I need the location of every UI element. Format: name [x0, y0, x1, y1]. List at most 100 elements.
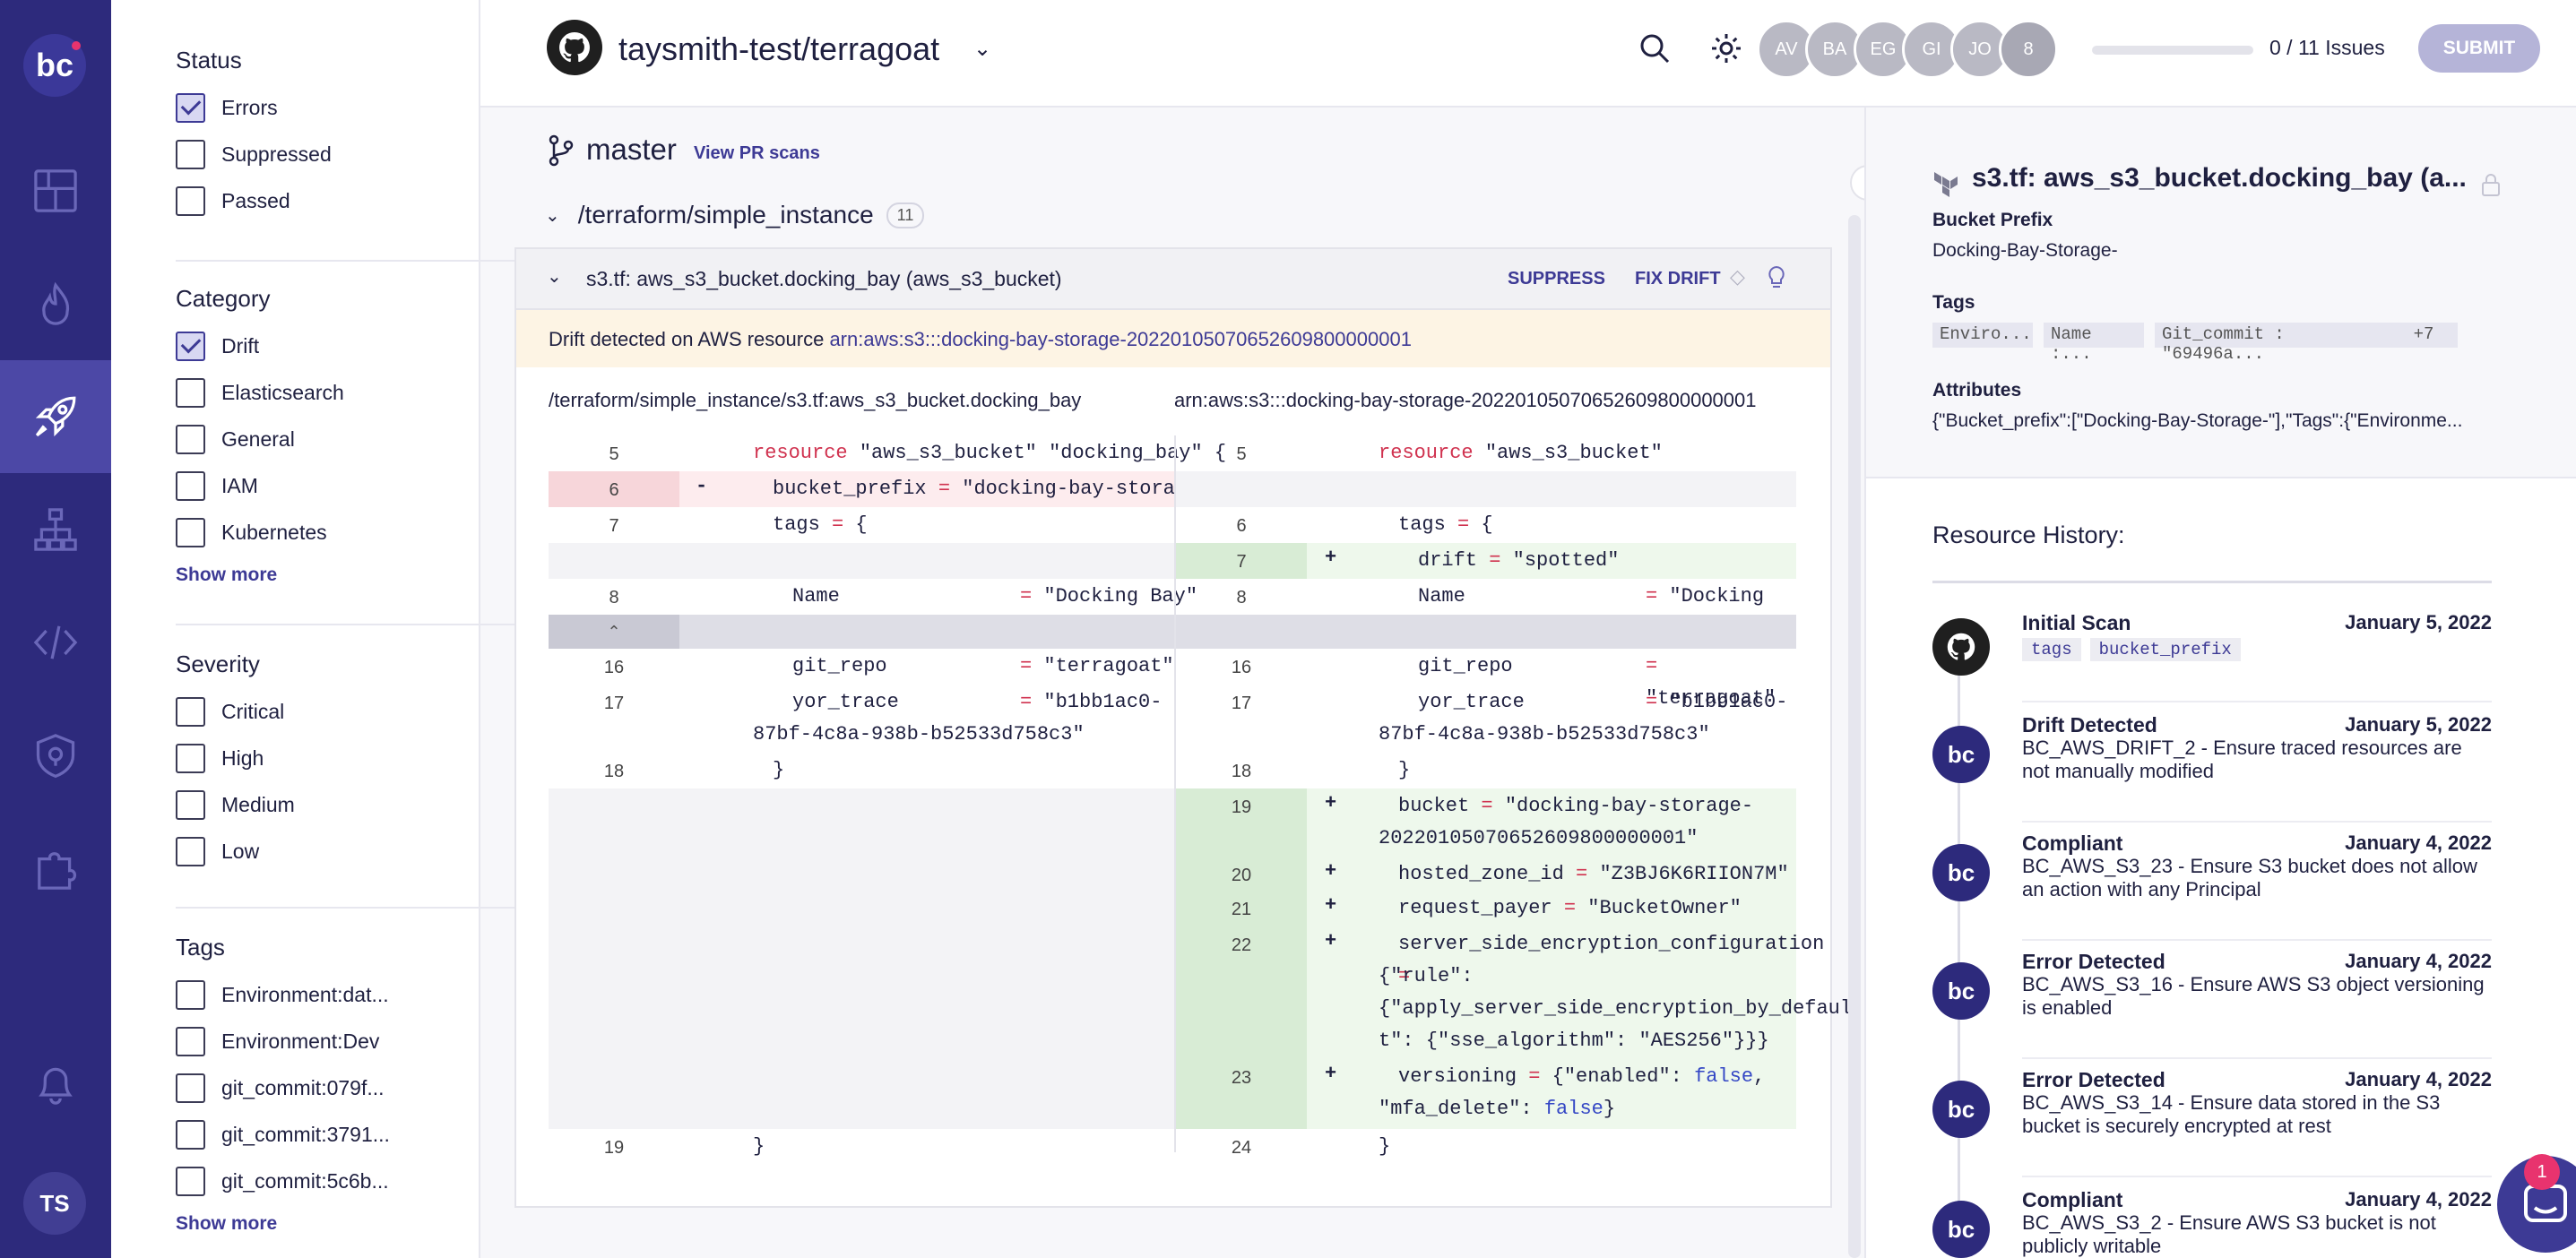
dashboard-nav[interactable]	[0, 134, 111, 247]
filter-label: Medium	[221, 792, 295, 816]
checkbox[interactable]	[176, 139, 205, 169]
view-pr-scans-link[interactable]: View PR scans	[694, 143, 820, 164]
checkbox[interactable]	[176, 696, 205, 727]
expand-hidden-lines[interactable]: ⌃	[549, 615, 1796, 649]
incidents-nav[interactable]	[0, 247, 111, 360]
bridgecrew-logo[interactable]: bc	[23, 34, 86, 97]
filter-severity-medium[interactable]: Medium	[176, 781, 454, 828]
policies-nav[interactable]	[0, 699, 111, 812]
diff-row: 8 Name = "Docking Bay" 8 Name = "Docking…	[549, 579, 1796, 640]
history-event[interactable]: bc Compliant January 4, 2022 BC_AWS_S3_2…	[1932, 1188, 2492, 1258]
code-keyword: resource	[1379, 442, 1474, 464]
more-tags-chip[interactable]: +7	[2390, 323, 2458, 348]
filter-title-status: Status	[176, 47, 242, 73]
submit-button[interactable]: SUBMIT	[2418, 24, 2540, 73]
filter-severity-low[interactable]: Low	[176, 828, 454, 875]
resource-card-header[interactable]: ⌄ s3.tf: aws_s3_bucket.docking_bay (aws_…	[516, 249, 1830, 310]
checkbox[interactable]	[176, 1119, 205, 1150]
chevron-down-icon[interactable]: ⌄	[973, 36, 991, 62]
suppress-button[interactable]: SUPPRESS	[1508, 269, 1605, 289]
integrations-nav[interactable]	[0, 812, 111, 925]
code-key: drift	[1418, 549, 1478, 572]
filter-status-suppressed[interactable]: Suppressed	[176, 131, 454, 177]
history-event[interactable]: bc Error Detected January 4, 2022 BC_AWS…	[1932, 1068, 2492, 1183]
checkbox[interactable]	[176, 470, 205, 501]
notifications-nav[interactable]	[0, 1027, 111, 1140]
filter-tag-item[interactable]: Environment:Dev	[176, 1018, 454, 1064]
filter-category-general[interactable]: General	[176, 416, 454, 462]
folder-path-row[interactable]: ⌄ /terraform/simple_instance 11	[545, 201, 925, 229]
lightbulb-icon[interactable]	[1768, 265, 1785, 290]
divider	[2022, 1057, 2492, 1059]
chevron-up-icon[interactable]: ⌃	[549, 615, 679, 649]
filter-category-iam[interactable]: IAM	[176, 462, 454, 509]
filter-label: Environment:Dev	[221, 1029, 380, 1053]
checkbox[interactable]	[176, 1166, 205, 1196]
checkbox[interactable]	[176, 185, 205, 216]
checkbox[interactable]	[176, 517, 205, 547]
filter-tag-item[interactable]: git_commit:5c6b...	[176, 1158, 454, 1204]
avatar-overflow-count[interactable]: 8	[1999, 20, 2058, 79]
checkbox[interactable]	[176, 836, 205, 866]
diamond-icon[interactable]: ◇	[1730, 265, 1745, 289]
history-event[interactable]: bc Drift Detected January 5, 2022 BC_AWS…	[1932, 713, 2492, 828]
event-title: Compliant	[2022, 1188, 2123, 1211]
filter-status-passed[interactable]: Passed	[176, 177, 454, 224]
code-key: Name	[1418, 585, 1465, 607]
drift-nav[interactable]	[0, 360, 111, 473]
bridgecrew-logo-icon: bc	[1932, 962, 1990, 1020]
chevron-down-icon[interactable]: ⌄	[547, 265, 562, 288]
github-icon	[547, 20, 602, 75]
show-more-category[interactable]: Show more	[176, 564, 454, 586]
code-value: {"rule":	[1379, 965, 1474, 987]
code-icon	[33, 625, 78, 659]
show-more-tags[interactable]: Show more	[176, 1213, 454, 1235]
code-op: =	[1020, 691, 1033, 713]
event-description: BC_AWS_S3_2 - Ensure AWS S3 bucket is no…	[2022, 1211, 2436, 1257]
folder-path: /terraform/simple_instance	[577, 201, 874, 228]
event-tags: tags bucket_prefix	[2022, 638, 2241, 661]
code-value: "docking-bay-storage-	[1504, 795, 1754, 817]
line-number: 19	[1231, 797, 1252, 817]
repo-selector[interactable]: taysmith-test/terragoat	[618, 30, 939, 68]
filter-label: git_commit:3791...	[221, 1122, 390, 1146]
filter-category-drift[interactable]: Drift	[176, 323, 454, 369]
chevron-down-icon[interactable]: ⌄	[545, 204, 560, 227]
diff-row: 16 git_repo = "terragoat" 16 git_repo = …	[549, 649, 1796, 710]
projects-nav[interactable]	[0, 473, 111, 586]
filter-label: Drift	[221, 333, 260, 358]
filter-severity-critical[interactable]: Critical	[176, 688, 454, 735]
scrollbar[interactable]	[1848, 215, 1861, 1258]
resource-arn-link[interactable]: arn:aws:s3:::docking-bay-storage-2022010…	[829, 328, 1412, 350]
filter-tag-item[interactable]: git_commit:3791...	[176, 1111, 454, 1158]
checkbox[interactable]	[176, 1073, 205, 1103]
search-icon[interactable]	[1637, 30, 1673, 66]
code-nav[interactable]	[0, 586, 111, 699]
filter-label: Errors	[221, 95, 278, 119]
history-event[interactable]: bc Compliant January 4, 2022 BC_AWS_S3_2…	[1932, 831, 2492, 946]
bridgecrew-logo-icon: bc	[1932, 726, 1990, 783]
filter-status-errors[interactable]: Errors	[176, 84, 454, 131]
gear-icon[interactable]	[1708, 30, 1744, 66]
main-content: master View PR scans ⌄ /terraform/simple…	[480, 108, 1864, 1258]
history-event[interactable]: Initial Scan January 5, 2022 tags bucket…	[1932, 611, 2492, 710]
filter-severity-high[interactable]: High	[176, 735, 454, 781]
history-event[interactable]: bc Error Detected January 4, 2022 BC_AWS…	[1932, 950, 2492, 1064]
fix-drift-button[interactable]: FIX DRIFT	[1635, 269, 1721, 289]
checkbox[interactable]	[176, 331, 205, 361]
checkbox[interactable]	[176, 377, 205, 408]
filter-tag-item[interactable]: git_commit:079f...	[176, 1064, 454, 1111]
code-op: =	[1489, 549, 1501, 572]
checkbox[interactable]	[176, 92, 205, 123]
puzzle-icon	[38, 852, 77, 890]
code-text: }	[773, 759, 785, 781]
filter-category-kubernetes[interactable]: Kubernetes	[176, 509, 454, 556]
checkbox[interactable]	[176, 979, 205, 1010]
checkbox[interactable]	[176, 424, 205, 454]
filter-category-elasticsearch[interactable]: Elasticsearch	[176, 369, 454, 416]
checkbox[interactable]	[176, 1026, 205, 1056]
user-avatar[interactable]: TS	[23, 1172, 86, 1235]
filter-tag-item[interactable]: Environment:dat...	[176, 971, 454, 1018]
checkbox[interactable]	[176, 789, 205, 820]
checkbox[interactable]	[176, 743, 205, 773]
